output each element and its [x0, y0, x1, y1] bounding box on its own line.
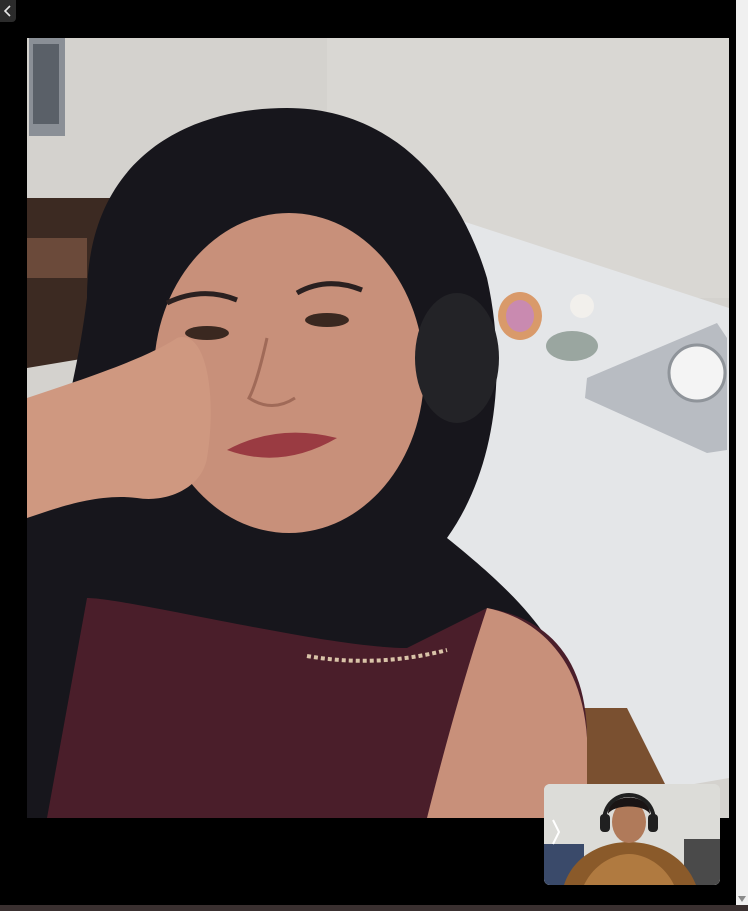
self-view-feed[interactable] [544, 784, 720, 885]
back-button[interactable] [0, 0, 16, 22]
video-call-screen [0, 0, 748, 911]
chevron-right-icon [551, 818, 561, 846]
bottom-border [0, 905, 748, 911]
scrollbar-thumb[interactable] [738, 0, 746, 30]
scroll-down-arrow-icon[interactable] [737, 891, 747, 902]
remote-video-feed[interactable] [27, 38, 729, 818]
chevron-left-icon [3, 5, 13, 17]
self-view-collapse-button[interactable] [548, 814, 564, 850]
vertical-scrollbar[interactable] [736, 0, 748, 905]
